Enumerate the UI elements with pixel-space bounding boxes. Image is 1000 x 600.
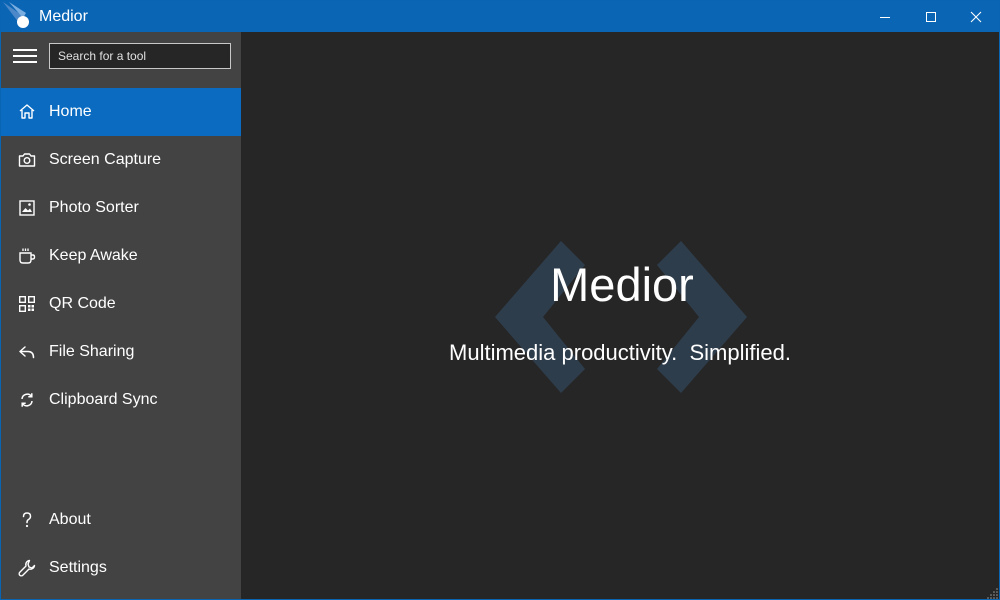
app-window: Medior Search for a tool Home Screen Cap… [0, 0, 1000, 600]
sidebar-item-about[interactable]: About [1, 496, 241, 544]
sidebar-item-settings[interactable]: Settings [1, 544, 241, 592]
sidebar-item-home[interactable]: Home [1, 88, 241, 136]
maximize-button[interactable] [908, 1, 954, 32]
sidebar-item-photo-sorter[interactable]: Photo Sorter [1, 184, 241, 232]
maximize-icon [926, 11, 936, 22]
resize-grip-icon[interactable] [987, 587, 999, 599]
window-title: Medior [39, 8, 88, 25]
camera-icon [18, 153, 36, 167]
sidebar-item-screen-capture[interactable]: Screen Capture [1, 136, 241, 184]
sidebar-item-label: Home [49, 103, 92, 120]
sidebar-item-label: Settings [49, 559, 107, 576]
minimize-icon [880, 16, 890, 18]
sidebar-item-label: Keep Awake [49, 247, 138, 264]
title-bar[interactable]: Medior [1, 1, 999, 32]
sync-icon [21, 393, 33, 407]
sidebar-item-label: QR Code [49, 295, 116, 312]
minimize-button[interactable] [862, 1, 908, 32]
sidebar-item-keep-awake[interactable]: Keep Awake [1, 232, 241, 280]
qr-code-icon [19, 296, 35, 312]
close-icon [970, 11, 982, 22]
main-content: Medior Multimedia productivity. Simplifi… [241, 32, 999, 599]
share-icon [19, 346, 35, 359]
sidebar-item-label: About [49, 511, 91, 528]
search-input[interactable] [49, 43, 231, 69]
coffee-cup-icon [19, 248, 36, 264]
sidebar-item-qr-code[interactable]: QR Code [1, 280, 241, 328]
home-icon [19, 104, 35, 119]
hamburger-icon[interactable] [13, 46, 37, 66]
sidebar-item-label: Clipboard Sync [49, 391, 158, 408]
app-logo-icon [3, 2, 29, 28]
sidebar-item-label: Photo Sorter [49, 199, 139, 216]
wrench-icon [18, 559, 36, 577]
question-icon [22, 512, 32, 528]
sidebar-item-label: File Sharing [49, 343, 135, 360]
sidebar-item-file-sharing[interactable]: File Sharing [1, 328, 241, 376]
sidebar: Home Screen Capture Photo Sorter [1, 32, 241, 599]
hero-subtitle: Multimedia productivity. Simplified. [449, 340, 791, 365]
close-button[interactable] [953, 1, 999, 32]
photo-icon [19, 200, 35, 216]
hero-title: Medior [550, 258, 694, 311]
sidebar-item-clipboard-sync[interactable]: Clipboard Sync [1, 376, 241, 424]
sidebar-item-label: Screen Capture [49, 151, 162, 168]
